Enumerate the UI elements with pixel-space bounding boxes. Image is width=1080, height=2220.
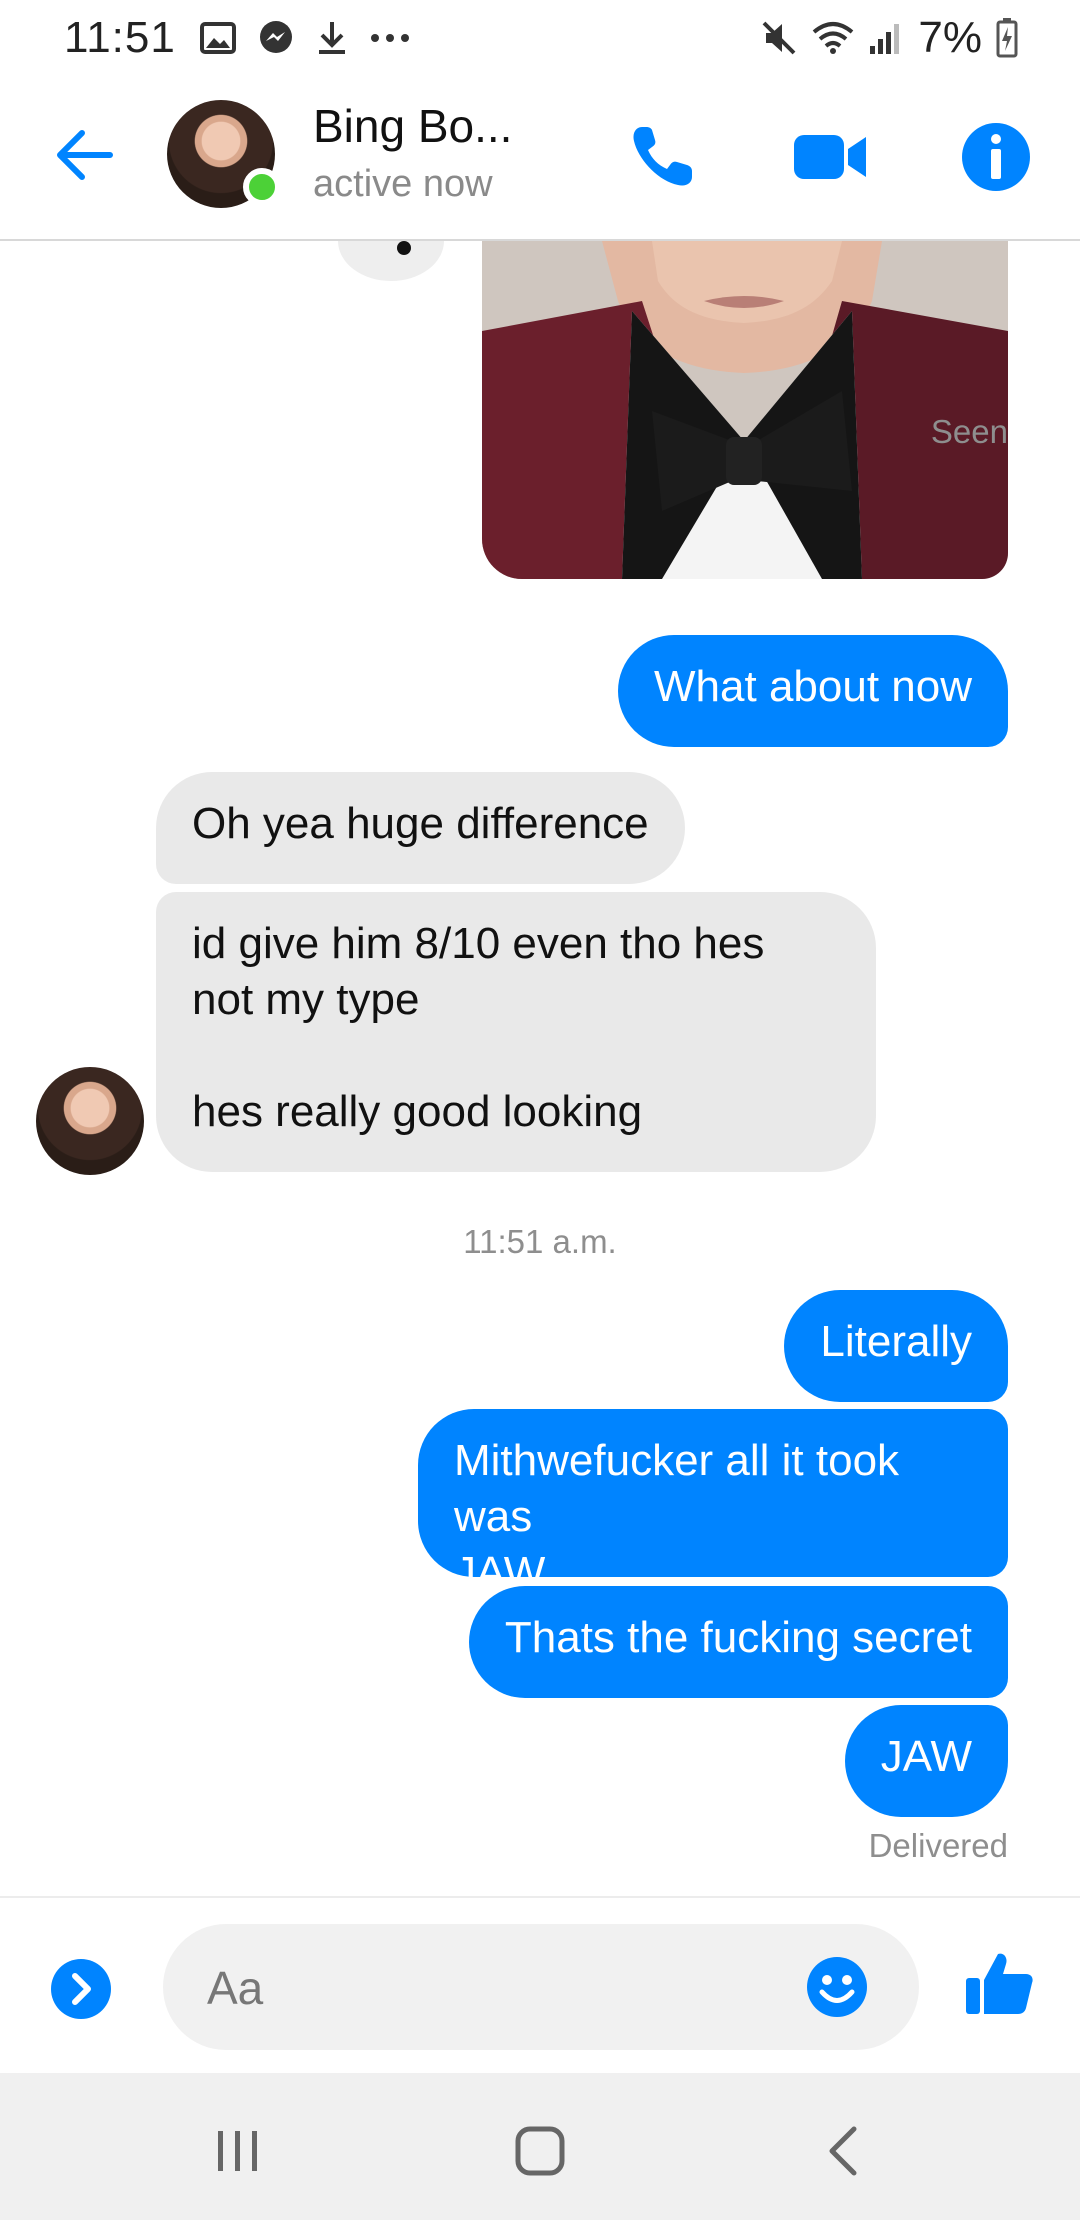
message-bubble-outgoing[interactable]: Mithwefucker all it took was JAW — [418, 1409, 1008, 1597]
sent-photo[interactable] — [482, 241, 1008, 579]
message-bubble-outgoing[interactable]: What about now — [618, 635, 1008, 747]
message-composer: Aa — [0, 1896, 1080, 2073]
signal-icon — [870, 23, 900, 54]
video-icon[interactable] — [792, 119, 868, 195]
thumbs-up-icon[interactable] — [964, 1948, 1034, 2018]
seen-receipt: Seen — [930, 413, 1008, 450]
reaction-bubble — [338, 241, 444, 281]
contact-name[interactable]: Bing Bo... — [313, 99, 512, 153]
contact-avatar-small[interactable] — [36, 1067, 144, 1175]
battery-icon — [996, 17, 1018, 57]
mute-icon — [762, 21, 796, 54]
message-bubble-incoming[interactable]: id give him 8/10 even tho hes not my typ… — [156, 892, 876, 1172]
gallery-icon — [199, 21, 236, 54]
messenger-icon — [259, 20, 292, 53]
notification-icons — [199, 20, 410, 56]
info-icon[interactable] — [958, 119, 1034, 195]
status-time: 11:51 — [64, 12, 176, 62]
message-input[interactable]: Aa — [163, 1924, 919, 2050]
download-icon — [318, 21, 345, 54]
back-nav-icon[interactable] — [814, 2121, 874, 2181]
photo-image — [482, 241, 1008, 579]
contact-active-status: active now — [313, 163, 493, 205]
message-thread[interactable]: Seen What about now Oh yea huge differen… — [0, 241, 1080, 1896]
message-input-placeholder: Aa — [207, 1962, 264, 2014]
contact-avatar[interactable] — [167, 100, 281, 208]
message-bubble-incoming[interactable]: Oh yea huge difference — [156, 772, 685, 884]
back-arrow-icon[interactable] — [52, 123, 116, 187]
active-status-dot — [243, 168, 281, 206]
status-bar: 11:51 7% — [0, 0, 1080, 75]
phone-icon[interactable] — [624, 119, 700, 195]
more-icon — [370, 33, 409, 42]
system-icons: 7% — [760, 13, 1018, 63]
message-bubble-outgoing[interactable]: JAW — [844, 1705, 1008, 1817]
system-navigation-bar — [0, 2073, 1080, 2220]
conversation-header: Bing Bo... active now — [0, 75, 1080, 241]
wifi-icon — [813, 21, 854, 54]
battery-percent: 7% — [918, 12, 982, 62]
home-icon[interactable] — [510, 2121, 570, 2181]
recent-apps-icon[interactable] — [208, 2121, 268, 2181]
expand-icon[interactable] — [50, 1958, 112, 2020]
emoji-icon[interactable] — [805, 1955, 869, 2019]
message-bubble-outgoing[interactable]: Thats the fucking secret — [468, 1586, 1008, 1698]
message-bubble-outgoing[interactable]: Literally — [784, 1290, 1008, 1402]
delivered-receipt: Delivered — [868, 1827, 1008, 1864]
reaction-dot — [397, 241, 411, 255]
message-timestamp: 11:51 a.m. — [463, 1223, 617, 1260]
